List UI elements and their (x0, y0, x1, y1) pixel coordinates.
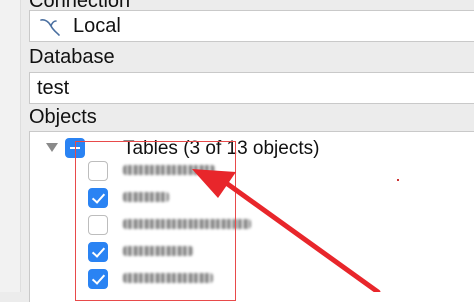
connection-value: Local (73, 15, 121, 37)
annotation-speck (397, 179, 399, 181)
database-label: Database (29, 46, 115, 68)
left-rail (0, 0, 21, 292)
objects-label: Objects (29, 106, 97, 128)
database-value: test (37, 77, 70, 99)
table-name-blurred (123, 219, 251, 229)
database-field[interactable]: test (29, 72, 474, 104)
table-row[interactable] (88, 213, 474, 239)
connection-field[interactable]: Local (29, 10, 474, 42)
table-checkbox[interactable] (88, 215, 108, 235)
table-name-blurred (123, 192, 169, 202)
table-name-blurred (123, 165, 215, 175)
table-row[interactable] (88, 267, 474, 293)
table-row[interactable] (88, 186, 474, 212)
table-checkbox[interactable] (88, 188, 108, 208)
table-name-blurred (123, 273, 213, 283)
table-row[interactable] (88, 159, 474, 185)
table-checkbox[interactable] (88, 242, 108, 262)
tables-root-label: Tables (3 of 13 objects) (123, 138, 320, 159)
disclosure-triangle-icon[interactable] (46, 143, 58, 152)
table-checkbox[interactable] (88, 161, 108, 181)
table-row[interactable] (88, 240, 474, 266)
table-name-blurred (123, 246, 193, 256)
tables-select-all-checkbox[interactable] (65, 138, 85, 158)
table-checkbox[interactable] (88, 269, 108, 289)
mysql-dolphin-icon (40, 19, 60, 36)
objects-tree: Tables (3 of 13 objects) (29, 131, 474, 302)
